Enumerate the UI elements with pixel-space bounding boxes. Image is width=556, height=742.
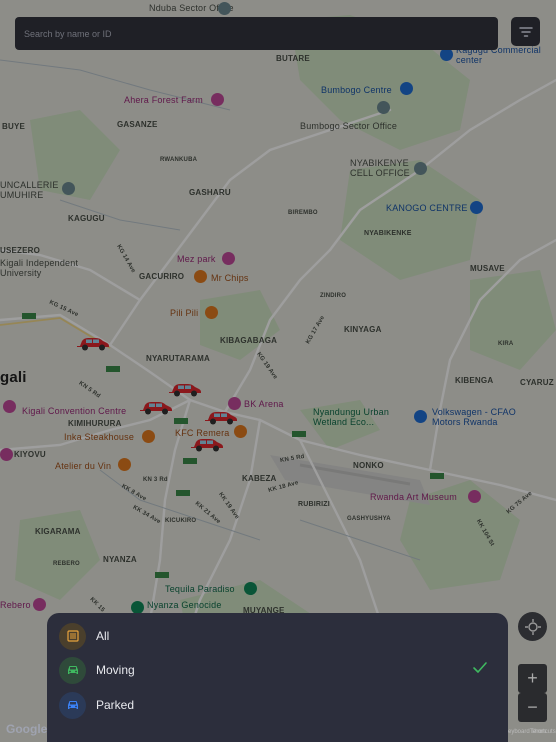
car-icon[interactable] xyxy=(76,334,110,352)
search-bar xyxy=(15,17,498,50)
zoom-in-label: + xyxy=(527,668,538,688)
map-label: Ahera Forest Farm xyxy=(124,95,203,105)
restaurant-pin-icon[interactable] xyxy=(234,425,247,438)
map-label: KICUKIRO xyxy=(165,518,197,524)
restaurant-pin-icon[interactable] xyxy=(142,430,155,443)
map-label: NYABIKENYE CELL OFFICE xyxy=(350,158,410,178)
poi-pin-icon[interactable] xyxy=(414,410,427,423)
map-label: gali xyxy=(0,369,27,386)
checkmark-icon xyxy=(473,662,487,673)
map-label: GASHYUSHYA xyxy=(347,516,391,522)
map-label: GACURIRO xyxy=(139,272,185,281)
filter-option-moving[interactable]: Moving xyxy=(47,653,508,687)
zoom-out-label: − xyxy=(527,697,538,717)
poi-pin-icon[interactable] xyxy=(0,448,13,461)
car-icon[interactable] xyxy=(139,398,173,416)
car-icon[interactable] xyxy=(168,380,202,398)
poi-pin-icon[interactable] xyxy=(211,93,224,106)
map-label: KAGUGU xyxy=(68,214,105,223)
map-label: KANOGO CENTRE xyxy=(386,203,468,213)
map-label: Inka Steakhouse xyxy=(64,432,135,442)
car-icon xyxy=(59,656,86,684)
map-label: NYABIKENKE xyxy=(364,230,412,237)
map-label: Pili Pili xyxy=(170,308,199,318)
map-label: BUYE xyxy=(2,122,26,131)
map-label: Bumbogo Centre xyxy=(321,85,392,95)
poi-pin-icon[interactable] xyxy=(400,82,413,95)
terms-link[interactable]: Terms xyxy=(530,729,546,735)
poi-pin-icon[interactable] xyxy=(468,490,481,503)
restaurant-pin-icon[interactable] xyxy=(118,458,131,471)
filter-option-all[interactable]: All xyxy=(47,619,508,653)
map-label: BIREMBO xyxy=(288,210,318,216)
car-icon[interactable] xyxy=(204,408,238,426)
shopping-pin-icon[interactable] xyxy=(470,201,483,214)
map-label: KIGARAMA xyxy=(35,527,81,536)
map-label: Bumbogo Sector Office xyxy=(300,121,398,131)
zoom-in-button[interactable]: + xyxy=(518,664,547,693)
map-label: NONKO xyxy=(353,461,384,470)
crosshair-icon xyxy=(524,618,541,635)
map-label: Nyandungu Urban Wetland Eco... xyxy=(313,407,390,427)
poi-pin-icon[interactable] xyxy=(377,101,390,114)
poi-pin-icon[interactable] xyxy=(414,162,427,175)
status-filter-sheet: All Moving Parked xyxy=(47,613,508,742)
filter-button[interactable] xyxy=(511,17,540,46)
poi-pin-icon[interactable] xyxy=(33,598,46,611)
restaurant-pin-icon[interactable] xyxy=(194,270,207,283)
map-label: NYANZA xyxy=(103,555,137,564)
zoom-out-button[interactable]: − xyxy=(518,693,547,722)
map-label: BK Arena xyxy=(244,399,284,409)
map-label: RUBIRIZI xyxy=(298,501,330,508)
car-icon[interactable] xyxy=(190,435,224,453)
map-label: Tequila Paradiso xyxy=(165,584,235,594)
map-label: Kigali Convention Centre xyxy=(22,406,127,416)
filter-icon xyxy=(518,26,533,37)
map-label: Rebero xyxy=(0,600,31,610)
filter-option-label: Parked xyxy=(96,698,135,712)
map-label: Rwanda Art Museum xyxy=(370,492,457,502)
map-label: REBERO xyxy=(53,561,80,567)
recenter-button[interactable] xyxy=(518,612,547,641)
map-label: KIRA xyxy=(498,341,514,347)
map-label: BUTARE xyxy=(276,54,310,63)
poi-pin-icon[interactable] xyxy=(62,182,75,195)
map-label: CYARUZ xyxy=(520,378,554,387)
list-icon xyxy=(59,622,86,650)
map-label: Mr Chips xyxy=(211,273,249,283)
map-label: Volkswagen - CFAO Motors Rwanda xyxy=(432,407,516,427)
map-label: ZINDIRO xyxy=(320,293,347,299)
filter-option-label: All xyxy=(96,629,110,643)
map-label: Atelier du Vin xyxy=(55,461,112,471)
map-label: KIBAGABAGA xyxy=(220,336,278,345)
restaurant-pin-icon[interactable] xyxy=(205,306,218,319)
poi-pin-icon[interactable] xyxy=(222,252,235,265)
filter-option-parked[interactable]: Parked xyxy=(47,688,508,722)
map-label: RWANKUBA xyxy=(160,157,198,163)
poi-pin-icon[interactable] xyxy=(218,2,231,15)
map-label: GASANZE xyxy=(117,120,158,129)
filter-option-label: Moving xyxy=(96,663,135,677)
map-label: USEZERO xyxy=(0,246,41,255)
map-label: UNCALLERIE UMUHIRE xyxy=(0,180,59,200)
map-label: GASHARU xyxy=(189,188,231,197)
map-label: KIMIHURURA xyxy=(68,419,122,428)
map-label: Kigali Independent University xyxy=(0,258,79,278)
road-label: KN 3 Rd xyxy=(143,477,168,483)
search-input[interactable] xyxy=(15,17,498,50)
map-label: KIYOVU xyxy=(14,450,46,459)
map-label: Nyanza Genocide xyxy=(147,600,222,610)
poi-pin-icon[interactable] xyxy=(244,582,257,595)
poi-pin-icon[interactable] xyxy=(3,400,16,413)
google-logo: Google xyxy=(6,722,48,736)
map-label: NYARUTARAMA xyxy=(146,354,210,363)
map-label: KIBENGA xyxy=(455,376,494,385)
map-label: KABEZA xyxy=(242,474,277,483)
car-icon xyxy=(59,691,86,719)
map-label: Mez park xyxy=(177,254,216,264)
map-label: KINYAGA xyxy=(344,325,382,334)
map-label: MUSAVE xyxy=(470,264,505,273)
